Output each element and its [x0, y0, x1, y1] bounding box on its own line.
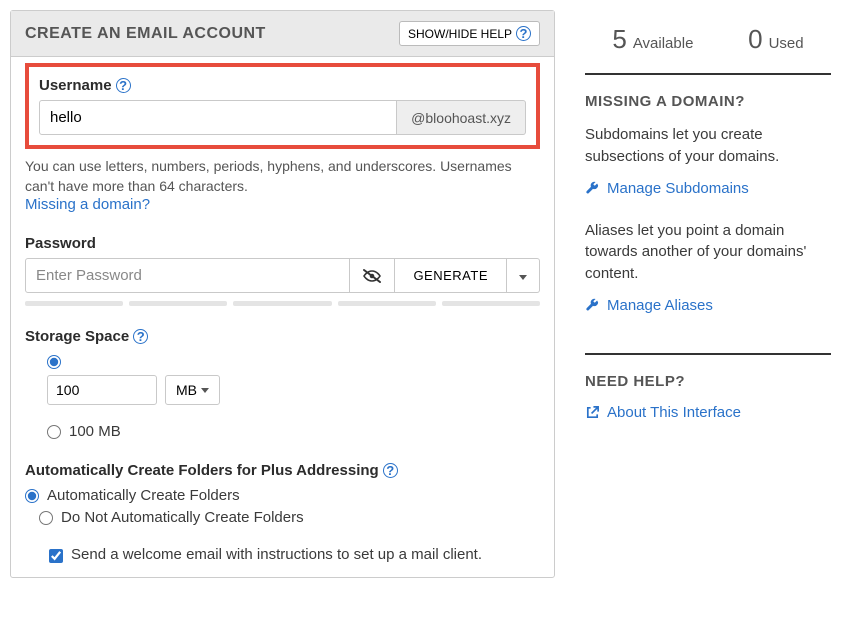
username-input-group: @bloohoast.xyz — [39, 100, 526, 135]
strength-bar — [338, 301, 436, 306]
chevron-down-icon — [201, 388, 209, 393]
folder-noauto-row: Do Not Automatically Create Folders — [39, 509, 540, 526]
username-label-row: Username ? — [39, 77, 526, 94]
create-email-panel: CREATE AN EMAIL ACCOUNT SHOW/HIDE HELP ?… — [10, 10, 555, 578]
storage-fixed-radio[interactable] — [47, 425, 61, 439]
manage-aliases-label: Manage Aliases — [607, 297, 713, 314]
used-count: 0 — [748, 24, 762, 55]
generate-password-button[interactable]: GENERATE — [395, 258, 507, 293]
storage-section: Storage Space ? MB — [25, 328, 540, 440]
folder-options: Automatically Create Folders Do Not Auto… — [25, 487, 540, 526]
stat-used: 0 Used — [748, 24, 804, 55]
wrench-icon — [585, 298, 600, 313]
password-section: Password GENERATE — [25, 235, 540, 306]
welcome-email-label: Send a welcome email with instructions t… — [71, 546, 482, 563]
external-link-icon — [585, 405, 600, 420]
manage-subdomains-label: Manage Subdomains — [607, 180, 749, 197]
password-input[interactable] — [25, 258, 350, 293]
storage-unit-label: MB — [176, 382, 197, 398]
eye-slash-icon — [362, 268, 382, 284]
stat-available: 5 Available — [612, 24, 693, 55]
missing-domain-heading: MISSING A DOMAIN? — [585, 93, 831, 110]
about-interface-link[interactable]: About This Interface — [585, 404, 741, 421]
subdomain-text: Subdomains let you create subsections of… — [585, 124, 831, 168]
username-input[interactable] — [39, 100, 397, 135]
wrench-icon — [585, 181, 600, 196]
storage-custom-radio[interactable] — [47, 355, 61, 369]
need-help-heading: NEED HELP? — [585, 373, 831, 390]
folder-noauto-radio[interactable] — [39, 511, 53, 525]
toggle-password-visibility-button[interactable] — [350, 258, 395, 293]
storage-options: MB 100 MB — [25, 355, 540, 440]
storage-unit-select[interactable]: MB — [165, 375, 220, 405]
info-icon[interactable]: ? — [383, 463, 398, 478]
password-strength-meter — [25, 301, 540, 306]
username-label: Username — [39, 77, 112, 94]
alias-text: Aliases let you point a domain towards a… — [585, 220, 831, 285]
about-interface-label: About This Interface — [607, 404, 741, 421]
storage-amount-input[interactable] — [47, 375, 157, 405]
help-icon: ? — [516, 26, 531, 41]
password-input-group: GENERATE — [25, 258, 540, 293]
storage-fixed-row: 100 MB — [47, 423, 540, 440]
strength-bar — [442, 301, 540, 306]
password-options-dropdown[interactable] — [507, 258, 540, 293]
username-help-text: You can use letters, numbers, periods, h… — [25, 157, 540, 196]
panel-body: Username ? @bloohoast.xyz You can use le… — [11, 63, 554, 577]
need-help-section: NEED HELP? About This Interface — [585, 355, 831, 448]
stats-row: 5 Available 0 Used — [585, 10, 831, 75]
folder-auto-row: Automatically Create Folders — [25, 487, 540, 504]
storage-label: Storage Space — [25, 328, 129, 345]
available-label: Available — [633, 35, 694, 52]
welcome-email-row: Send a welcome email with instructions t… — [49, 546, 540, 563]
strength-bar — [233, 301, 331, 306]
storage-custom-controls: MB — [47, 375, 540, 405]
info-icon[interactable]: ? — [133, 329, 148, 344]
password-label: Password — [25, 235, 540, 252]
missing-domain-link[interactable]: Missing a domain? — [25, 196, 150, 213]
folders-label-row: Automatically Create Folders for Plus Ad… — [25, 462, 540, 479]
panel-header: CREATE AN EMAIL ACCOUNT SHOW/HIDE HELP ? — [11, 11, 554, 57]
sidebar: 5 Available 0 Used MISSING A DOMAIN? Sub… — [585, 10, 831, 578]
storage-label-row: Storage Space ? — [25, 328, 540, 345]
panel-title: CREATE AN EMAIL ACCOUNT — [25, 25, 266, 43]
folders-label: Automatically Create Folders for Plus Ad… — [25, 462, 379, 479]
folder-noauto-label: Do Not Automatically Create Folders — [61, 509, 304, 526]
strength-bar — [25, 301, 123, 306]
username-highlight: Username ? @bloohoast.xyz — [25, 63, 540, 149]
storage-custom-row — [47, 355, 540, 369]
welcome-email-checkbox[interactable] — [49, 549, 63, 563]
strength-bar — [129, 301, 227, 306]
help-button-label: SHOW/HIDE HELP — [408, 27, 512, 41]
folder-auto-radio[interactable] — [25, 489, 39, 503]
manage-aliases-link[interactable]: Manage Aliases — [585, 297, 713, 314]
info-icon[interactable]: ? — [116, 78, 131, 93]
storage-fixed-label: 100 MB — [69, 423, 121, 440]
domain-addon: @bloohoast.xyz — [397, 100, 526, 135]
folders-section: Automatically Create Folders for Plus Ad… — [25, 462, 540, 563]
used-label: Used — [769, 35, 804, 52]
folder-auto-label: Automatically Create Folders — [47, 487, 240, 504]
manage-subdomains-link[interactable]: Manage Subdomains — [585, 180, 749, 197]
chevron-down-icon — [519, 275, 527, 280]
show-hide-help-button[interactable]: SHOW/HIDE HELP ? — [399, 21, 540, 46]
available-count: 5 — [612, 24, 626, 55]
missing-domain-section: MISSING A DOMAIN? Subdomains let you cre… — [585, 75, 831, 355]
